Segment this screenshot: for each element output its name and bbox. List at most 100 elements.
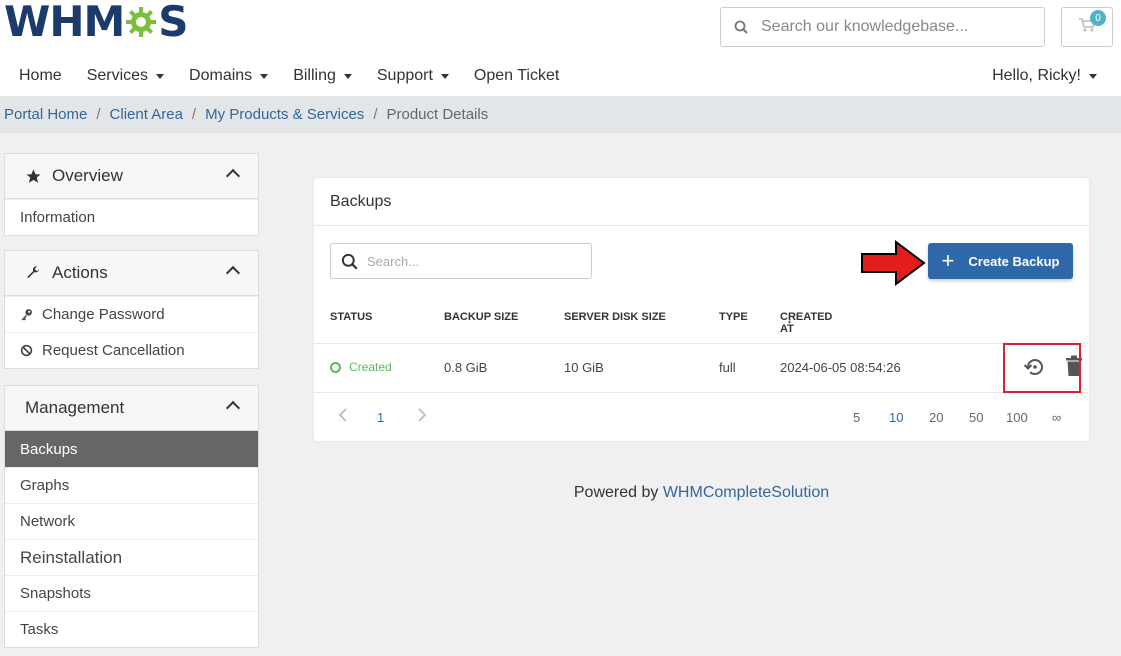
chevron-up-icon[interactable] — [225, 400, 241, 416]
sidebar-item-label: Network — [20, 513, 76, 530]
sidebar-item-reinstallation[interactable]: Reinstallation — [5, 539, 258, 575]
create-backup-button[interactable]: + Create Backup — [928, 243, 1073, 279]
ban-icon — [20, 344, 38, 357]
backups-search-input[interactable] — [367, 253, 577, 269]
user-menu[interactable]: Hello, Ricky! — [992, 58, 1097, 94]
sidebar-item-graphs[interactable]: Graphs — [5, 467, 258, 503]
sidebar-actions-title: Actions — [52, 263, 108, 282]
caret-down-icon — [156, 73, 165, 79]
page-size-20[interactable]: 20 — [929, 410, 943, 425]
server-disk-size-cell: 10 GiB — [564, 360, 604, 375]
nav-home[interactable]: Home — [19, 67, 62, 85]
nav-domains[interactable]: Domains — [189, 67, 269, 85]
page-size-all[interactable]: ∞ — [1052, 410, 1061, 425]
sidebar-item-request-cancellation[interactable]: Request Cancellation — [5, 332, 258, 368]
action-highlight-box — [1003, 343, 1081, 393]
search-icon — [331, 253, 367, 270]
status-badge: Created — [330, 360, 392, 374]
user-greeting: Hello, Ricky! — [992, 67, 1081, 84]
caret-down-icon — [440, 73, 449, 79]
whmcs-logo[interactable]: WHM S — [4, 0, 189, 46]
sidebar-item-label: Graphs — [20, 477, 70, 494]
wrench-icon — [25, 265, 45, 281]
type-cell: full — [719, 360, 736, 375]
sidebar-item-label: Backups — [20, 440, 78, 458]
col-status[interactable]: STATUS — [330, 311, 372, 323]
sidebar-overview-header[interactable]: Overview — [5, 154, 258, 199]
breadcrumb-separator: / — [191, 106, 197, 123]
nav-domains-label: Domains — [189, 67, 253, 84]
nav-open-ticket[interactable]: Open Ticket — [474, 67, 559, 85]
prev-page-icon[interactable] — [338, 407, 348, 426]
page-1[interactable]: 1 — [377, 410, 384, 425]
page-size-10[interactable]: 10 — [889, 410, 903, 425]
key-icon — [20, 308, 38, 321]
gear-logo-icon — [126, 7, 157, 37]
sidebar-management-panel: Management Backups Graphs Network Reinst… — [4, 385, 259, 648]
sidebar-item-backups[interactable]: Backups — [5, 431, 258, 467]
backups-search[interactable] — [330, 243, 592, 279]
table-header: STATUS BACKUP SIZE SERVER DISK SIZE TYPE… — [330, 311, 1075, 335]
logo-text-left: WHM — [4, 0, 125, 46]
caret-down-icon — [343, 73, 352, 79]
sidebar-item-label: Reinstallation — [20, 547, 123, 567]
nav-services-label: Services — [86, 67, 149, 84]
main-nav: Home Services Domains Billing Support Op… — [0, 58, 1121, 94]
pagination: 1 5 10 20 50 100 ∞ — [314, 393, 1089, 441]
page-size-5[interactable]: 5 — [853, 410, 860, 425]
status-label: Created — [349, 360, 392, 374]
chevron-up-icon[interactable] — [225, 168, 241, 184]
chevron-up-icon[interactable] — [225, 265, 241, 281]
knowledgebase-search[interactable] — [720, 7, 1045, 47]
backup-size-cell: 0.8 GiB — [444, 360, 488, 375]
red-arrow-annotation — [861, 240, 926, 286]
col-backup-size[interactable]: BACKUP SIZE — [444, 311, 518, 323]
breadcrumb-portal-home[interactable]: Portal Home — [4, 106, 87, 123]
breadcrumb-current: Product Details — [386, 106, 489, 123]
sidebar-item-label: Information — [20, 209, 96, 226]
sidebar-actions-header[interactable]: Actions — [5, 251, 258, 296]
sidebar-item-tasks[interactable]: Tasks — [5, 611, 258, 647]
breadcrumb-client-area[interactable]: Client Area — [110, 106, 183, 123]
sidebar-item-network[interactable]: Network — [5, 503, 258, 539]
nav-open-ticket-label: Open Ticket — [473, 67, 560, 84]
create-backup-label: Create Backup — [968, 253, 1060, 269]
footer-prefix: Powered by — [573, 484, 659, 501]
caret-down-icon — [1089, 73, 1097, 79]
breadcrumb-separator: / — [373, 106, 378, 123]
sidebar-overview-title: Overview — [52, 166, 123, 185]
nav-home-label: Home — [19, 67, 62, 84]
col-server-disk-size[interactable]: SERVER DISK SIZE — [564, 311, 666, 323]
nav-support[interactable]: Support — [377, 67, 449, 85]
nav-services[interactable]: Services — [86, 67, 165, 85]
breadcrumb-products-services[interactable]: My Products & Services — [205, 106, 364, 123]
sidebar-item-label: Tasks — [20, 621, 59, 638]
sort-arrow-icon: ↓ — [786, 311, 793, 326]
page-size-100[interactable]: 100 — [1006, 410, 1028, 425]
top-header: WHM S 0 Home Services Doma — [0, 0, 1121, 96]
page-size-50[interactable]: 50 — [969, 410, 983, 425]
sidebar-item-snapshots[interactable]: Snapshots — [5, 575, 258, 611]
sidebar-item-label: Change Password — [42, 306, 165, 323]
breadcrumb: Portal Home / Client Area / My Products … — [0, 96, 1121, 133]
next-page-icon[interactable] — [417, 407, 427, 426]
created-at-cell: 2024-06-05 08:54:26 — [780, 360, 901, 375]
footer: Powered by WHMCompleteSolution — [314, 484, 1089, 502]
sidebar-overview-panel: Overview Information — [4, 153, 259, 236]
sidebar-item-information[interactable]: Information — [5, 199, 258, 235]
plus-icon: + — [941, 248, 955, 273]
sidebar-actions-panel: Actions Change Password Request Cancella… — [4, 250, 259, 369]
nav-support-label: Support — [376, 67, 433, 84]
backups-card: Backups + Create Backup STATUS BACKUP SI… — [314, 178, 1089, 441]
sidebar-management-header[interactable]: Management — [5, 386, 258, 431]
status-circle-icon — [330, 361, 341, 373]
cart-button[interactable]: 0 — [1061, 7, 1113, 47]
col-type[interactable]: TYPE — [719, 311, 748, 323]
sidebar-item-change-password[interactable]: Change Password — [5, 296, 258, 332]
knowledgebase-search-input[interactable] — [761, 18, 1031, 36]
footer-link[interactable]: WHMCompleteSolution — [663, 484, 829, 501]
nav-billing[interactable]: Billing — [293, 67, 352, 85]
nav-billing-label: Billing — [293, 67, 336, 84]
cart-count-badge: 0 — [1090, 10, 1106, 26]
col-created-at[interactable]: CREATED AT ↓ — [780, 311, 832, 335]
